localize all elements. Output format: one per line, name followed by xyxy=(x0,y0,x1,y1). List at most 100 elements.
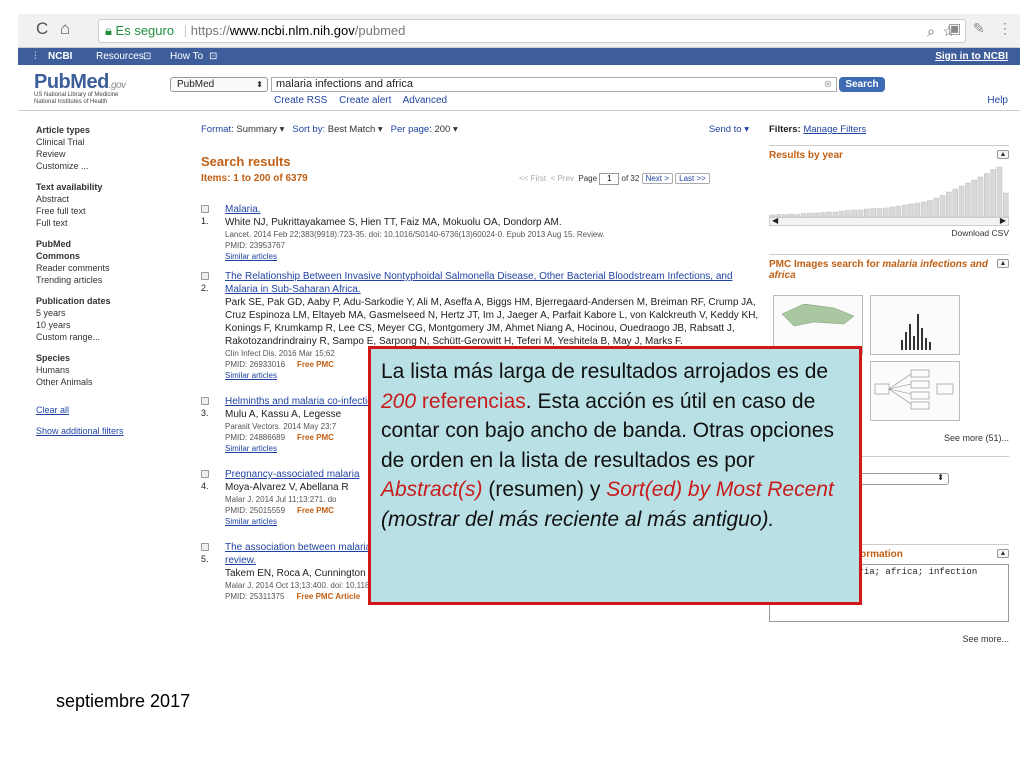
year-bar[interactable] xyxy=(920,201,927,217)
filter-item[interactable]: Review xyxy=(36,148,166,160)
result-checkbox[interactable] xyxy=(201,470,209,478)
filter-item[interactable]: 10 years xyxy=(36,319,166,331)
format-control[interactable]: Format: Summary ▾ xyxy=(201,124,284,135)
free-pmc-link[interactable]: Free PMC Article xyxy=(296,592,360,601)
year-bar[interactable] xyxy=(990,169,996,218)
year-bar[interactable] xyxy=(882,207,889,217)
manage-filters-link[interactable]: Manage Filters xyxy=(803,124,866,135)
year-bar[interactable] xyxy=(946,191,952,217)
see-more-images-link[interactable]: See more (51)... xyxy=(944,433,1009,443)
year-bar[interactable] xyxy=(863,208,870,217)
collapse-icon[interactable]: ▲ xyxy=(997,150,1009,159)
year-bar[interactable] xyxy=(965,182,971,217)
page-number-input[interactable]: 1 xyxy=(599,173,620,185)
next-page-button[interactable]: Next > xyxy=(641,173,673,185)
result-checkbox[interactable] xyxy=(201,205,209,213)
reload-icon[interactable]: C xyxy=(36,19,48,39)
filter-item[interactable]: Free full text xyxy=(36,205,166,217)
free-pmc-link[interactable]: Free PMC xyxy=(297,433,334,442)
year-bar[interactable] xyxy=(901,204,908,217)
result-checkbox[interactable] xyxy=(201,397,209,405)
result-checkbox[interactable] xyxy=(201,543,209,551)
collapse-icon[interactable]: ▲ xyxy=(997,549,1009,558)
year-bar[interactable] xyxy=(996,166,1003,217)
year-bar[interactable] xyxy=(927,200,933,218)
year-bar[interactable] xyxy=(889,206,895,217)
format-label: Format: xyxy=(201,124,234,135)
help-link[interactable]: Help xyxy=(987,95,1008,106)
year-bar[interactable] xyxy=(876,208,883,218)
advanced-link[interactable]: Advanced xyxy=(403,95,447,106)
create-rss-link[interactable]: Create RSS xyxy=(274,95,327,106)
header-links: Create RSS Create alert Advanced xyxy=(274,95,456,106)
filter-item[interactable]: Other Animals xyxy=(36,376,166,388)
image-thumbnail[interactable] xyxy=(870,361,960,421)
filter-item[interactable]: Humans xyxy=(36,364,166,376)
home-icon[interactable]: ⌂ xyxy=(60,19,70,39)
sendto-menu[interactable]: Send to ▾ xyxy=(709,124,749,135)
year-bar[interactable] xyxy=(977,176,984,217)
perpage-control[interactable]: Per page: 200 ▾ xyxy=(391,124,458,135)
image-thumbnail[interactable] xyxy=(870,295,960,355)
result-checkbox[interactable] xyxy=(201,272,209,280)
free-pmc-link[interactable]: Free PMC xyxy=(297,506,334,515)
first-page-link[interactable]: << First xyxy=(519,174,546,183)
year-bar[interactable] xyxy=(939,195,946,218)
show-additional-filters-link[interactable]: Show additional filters xyxy=(36,425,166,437)
year-bar[interactable] xyxy=(933,197,939,217)
sortby-control[interactable]: Sort by: Best Match ▾ xyxy=(292,124,382,135)
howto-menu[interactable]: How To xyxy=(170,48,203,65)
filter-item[interactable]: Abstract xyxy=(36,193,166,205)
year-bar[interactable] xyxy=(895,205,902,217)
signin-link[interactable]: Sign in to NCBI xyxy=(935,48,1008,65)
create-alert-link[interactable]: Create alert xyxy=(339,95,391,106)
scroll-left-icon[interactable]: ◀ xyxy=(772,216,778,225)
year-bar[interactable] xyxy=(870,208,876,218)
search-button[interactable]: Search xyxy=(839,77,885,92)
year-bar[interactable] xyxy=(851,209,857,217)
filter-item[interactable]: Custom range... xyxy=(36,331,166,343)
extension-icon[interactable]: ▣ xyxy=(948,20,961,37)
filter-item[interactable]: Customize ... xyxy=(36,160,166,172)
database-select[interactable]: PubMed ⬍ xyxy=(170,77,268,92)
filter-item[interactable]: Trending articles xyxy=(36,274,166,286)
pubmed-logo[interactable]: PubMed.gov xyxy=(34,71,126,94)
search-input[interactable]: malaria infections and africa ⊗ xyxy=(271,77,837,92)
extension-pen-icon[interactable]: ✎ xyxy=(973,20,985,37)
collapse-icon[interactable]: ▲ xyxy=(997,259,1009,268)
zoom-icon[interactable]: ⌕ xyxy=(927,20,935,42)
last-page-button[interactable]: Last >> xyxy=(675,173,710,185)
year-bar[interactable] xyxy=(1002,192,1009,217)
result-title[interactable]: Malaria. xyxy=(225,203,761,216)
free-pmc-link[interactable]: Free PMC xyxy=(297,360,334,369)
filter-item[interactable]: 5 years xyxy=(36,307,166,319)
pmid-value: PMID: 24886689 xyxy=(225,433,286,442)
year-bar[interactable] xyxy=(971,179,977,217)
filter-item[interactable]: Full text xyxy=(36,217,166,229)
menu-icon[interactable]: ⋮ xyxy=(998,20,1012,37)
year-bar[interactable] xyxy=(983,173,990,218)
filter-item[interactable]: Clinical Trial xyxy=(36,136,166,148)
year-bar[interactable] xyxy=(908,203,914,217)
similar-articles-link[interactable]: Similar articles xyxy=(225,251,761,262)
year-bar[interactable] xyxy=(857,209,864,217)
year-bar[interactable] xyxy=(952,188,958,217)
clear-all-link[interactable]: Clear all xyxy=(36,404,166,416)
download-csv-link[interactable]: Download CSV xyxy=(769,228,1009,238)
ncbi-home-link[interactable]: NCBI xyxy=(48,48,72,65)
prev-page-link[interactable]: < Prev xyxy=(551,174,574,183)
chevron-down-icon[interactable]: ⊡ xyxy=(209,48,217,65)
year-bar[interactable] xyxy=(958,185,965,217)
filter-item[interactable]: Reader comments xyxy=(36,262,166,274)
ncbi-logo-icon[interactable]: ⫶ xyxy=(34,48,37,65)
resources-menu[interactable]: Resources xyxy=(96,48,144,65)
chevron-down-icon[interactable]: ⊡ xyxy=(143,48,151,65)
filters-sidebar: Article types Clinical Trial Review Cust… xyxy=(36,124,166,437)
logo-subtitle-1: US National Library of Medicine xyxy=(34,92,119,98)
clear-icon[interactable]: ⊗ xyxy=(824,78,832,91)
timeline-scrollbar[interactable]: ◀ ▶ xyxy=(769,216,1009,226)
result-title[interactable]: The Relationship Between Invasive Nontyp… xyxy=(225,270,761,296)
address-bar[interactable]: 🔒︎ Es seguro | https://www.ncbi.nlm.nih.… xyxy=(98,19,966,43)
year-bar[interactable] xyxy=(914,202,921,217)
scroll-right-icon[interactable]: ▶ xyxy=(1000,216,1006,225)
